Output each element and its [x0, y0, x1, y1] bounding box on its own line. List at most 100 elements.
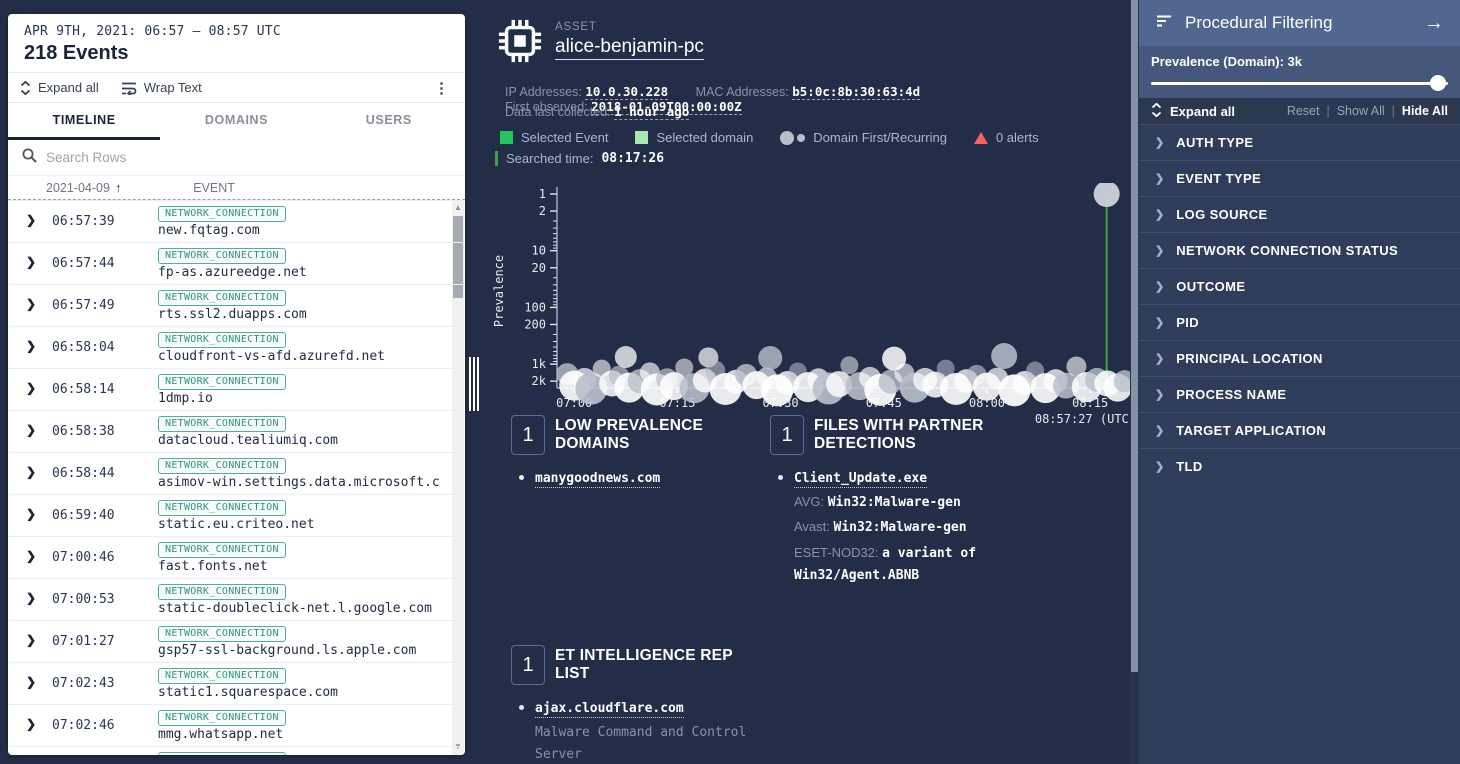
timeline-row[interactable]: ❯06:58:38NETWORK_CONNECTIONdatacloud.tea… [8, 410, 465, 452]
filter-category-auth-type[interactable]: ❯AUTH TYPE [1139, 124, 1460, 160]
row-expand-icon[interactable]: ❯ [26, 255, 36, 269]
event-type-badge: NETWORK_CONNECTION [158, 500, 286, 516]
filter-category-process-name[interactable]: ❯PROCESS NAME [1139, 376, 1460, 412]
ip-value[interactable]: 10.0.30.228 [585, 84, 668, 100]
wrap-text-label: Wrap Text [144, 80, 202, 95]
domain-bubble[interactable] [991, 343, 1017, 369]
filter-category-log-source[interactable]: ❯LOG SOURCE [1139, 196, 1460, 232]
card-item-link[interactable]: manygoodnews.com [535, 471, 660, 488]
filter-category-principal-location[interactable]: ❯PRINCIPAL LOCATION [1139, 340, 1460, 376]
show-all-button[interactable]: Show All [1337, 104, 1385, 118]
pane-resize-handle[interactable] [469, 357, 481, 411]
row-expand-icon[interactable]: ❯ [26, 297, 36, 311]
tab-users[interactable]: USERS [313, 103, 465, 140]
tab-domains[interactable]: DOMAINS [160, 103, 312, 140]
collected-value[interactable]: 1 hour ago [614, 104, 689, 120]
timeline-row[interactable]: ❯06:58:04NETWORK_CONNECTIONcloudfront-vs… [8, 326, 465, 368]
timeline-row[interactable]: ❯06:57:49NETWORK_CONNECTIONrts.ssl2.duap… [8, 284, 465, 326]
filter-category-outcome[interactable]: ❯OUTCOME [1139, 268, 1460, 304]
event-time: 07:02:46 [52, 718, 115, 733]
chevron-right-icon: ❯ [1155, 424, 1164, 437]
event-time: 07:01:27 [52, 634, 115, 649]
date-column-header[interactable]: 2021-04-09 ↑ [46, 181, 121, 195]
prevalence-slider[interactable] [1151, 82, 1448, 85]
expand-all-icon [20, 81, 31, 95]
collapse-panel-icon[interactable]: → [1424, 12, 1444, 35]
event-time: 06:59:40 [52, 508, 115, 523]
filter-category-label: NETWORK CONNECTION STATUS [1176, 243, 1398, 258]
svg-text:10: 10 [532, 244, 546, 258]
sort-ascending-icon: ↑ [115, 181, 121, 195]
event-type-badge: NETWORK_CONNECTION [158, 752, 286, 755]
row-expand-icon[interactable]: ❯ [26, 213, 36, 227]
y-axis-label: Prevalence [492, 255, 506, 327]
row-expand-icon[interactable]: ❯ [26, 591, 36, 605]
timeline-row[interactable]: ❯06:57:44NETWORK_CONNECTIONfp-as.azureed… [8, 242, 465, 284]
chart-legend: Selected Event Selected domain Domain Fi… [500, 130, 1039, 145]
hide-all-button[interactable]: Hide All [1402, 104, 1448, 118]
row-expand-icon[interactable]: ❯ [26, 507, 36, 521]
search-rows-input[interactable] [46, 150, 451, 165]
filter-category-event-type[interactable]: ❯EVENT TYPE [1139, 160, 1460, 196]
event-type-badge: NETWORK_CONNECTION [158, 206, 286, 222]
bullet-icon [519, 705, 524, 710]
filter-category-tld[interactable]: ❯TLD [1139, 448, 1460, 484]
row-expand-icon[interactable]: ❯ [26, 381, 36, 395]
data-collected-row: Data last collected: 1 hour ago [505, 104, 689, 119]
row-expand-icon[interactable]: ❯ [26, 465, 36, 479]
timeline-row[interactable]: ❯06:58:44NETWORK_CONNECTIONasimov-win.se… [8, 452, 465, 494]
event-type-badge: NETWORK_CONNECTION [158, 332, 286, 348]
overflow-menu-icon[interactable]: ⋮ [430, 79, 453, 97]
event-type-badge: NETWORK_CONNECTION [158, 584, 286, 600]
bullet-icon [519, 475, 524, 480]
timeline-row[interactable]: ❯06:59:40NETWORK_CONNECTIONstatic.eu.cri… [8, 494, 465, 536]
filter-category-network-connection-status[interactable]: ❯NETWORK CONNECTION STATUS [1139, 232, 1460, 268]
domain-bubble[interactable] [615, 346, 637, 368]
timeline-row[interactable]: NETWORK_CONNECTION [8, 746, 465, 755]
timeline-tab-bar: TIMELINEDOMAINSUSERS [8, 103, 465, 140]
event-domain: static1.squarespace.com [158, 685, 338, 700]
collected-label: Data last collected: [505, 105, 611, 119]
timeline-header: APR 9TH, 2021: 06:57 – 08:57 UTC 218 Eve… [8, 14, 465, 72]
card-item-note: Malware Command and Control Server [535, 722, 770, 764]
timeline-row[interactable]: ❯07:00:53NETWORK_CONNECTIONstatic-double… [8, 578, 465, 620]
timeline-row[interactable]: ❯07:02:46NETWORK_CONNECTIONmmg.whatsapp.… [8, 704, 465, 746]
event-time: 06:57:44 [52, 256, 115, 271]
row-expand-icon[interactable]: ❯ [26, 633, 36, 647]
row-expand-icon[interactable]: ❯ [26, 675, 36, 689]
tab-timeline[interactable]: TIMELINE [8, 103, 160, 140]
asset-name-link[interactable]: alice-benjamin-pc [555, 36, 704, 60]
domain-bubble[interactable] [840, 356, 858, 374]
filter-category-pid[interactable]: ❯PID [1139, 304, 1460, 340]
timeline-row[interactable]: ❯07:00:46NETWORK_CONNECTIONfast.fonts.ne… [8, 536, 465, 578]
reset-button[interactable]: Reset [1287, 104, 1320, 118]
event-domain: new.fqtag.com [158, 223, 260, 238]
domain-bubble[interactable] [758, 346, 782, 370]
row-expand-icon[interactable]: ❯ [26, 423, 36, 437]
filters-expand-all-button[interactable]: Expand all [1151, 103, 1235, 120]
prevalence-slider-section: Prevalence (Domain): 3k [1139, 46, 1460, 98]
wrap-text-button[interactable]: Wrap Text [121, 80, 202, 95]
filter-category-label: TLD [1176, 459, 1202, 474]
expand-all-button[interactable]: Expand all [20, 80, 99, 95]
main-scrollbar-thumb[interactable] [1131, 0, 1138, 672]
searched-time-value: 08:17:26 [601, 151, 664, 166]
timeline-row[interactable]: ❯06:58:14NETWORK_CONNECTION1dmp.io [8, 368, 465, 410]
filter-category-target-application[interactable]: ❯TARGET APPLICATION [1139, 412, 1460, 448]
timeline-row[interactable]: ❯07:01:27NETWORK_CONNECTIONgsp57-ssl-bac… [8, 620, 465, 662]
row-expand-icon[interactable]: ❯ [26, 549, 36, 563]
card-item-link[interactable]: Client_Update.exe [794, 471, 927, 488]
filter-category-list: ❯AUTH TYPE❯EVENT TYPE❯LOG SOURCE❯NETWORK… [1139, 124, 1460, 484]
event-domain: asimov-win.settings.data.microsoft.com.a… [158, 475, 440, 490]
card-item-link[interactable]: ajax.cloudflare.com [535, 701, 684, 718]
search-icon [22, 148, 37, 168]
prevalence-slider-knob[interactable] [1430, 75, 1446, 91]
main-scrollbar[interactable] [1130, 0, 1139, 764]
mac-value[interactable]: b5:0c:8b:30:63:4d [792, 84, 920, 100]
row-expand-icon[interactable]: ❯ [26, 717, 36, 731]
timeline-row[interactable]: ❯06:57:39NETWORK_CONNECTIONnew.fqtag.com [8, 200, 465, 242]
timeline-row[interactable]: ❯07:02:43NETWORK_CONNECTIONstatic1.squar… [8, 662, 465, 704]
row-expand-icon[interactable]: ❯ [26, 339, 36, 353]
event-domain: cloudfront-vs-afd.azurefd.net [158, 349, 385, 364]
selected-domain-bubble[interactable] [1094, 183, 1120, 207]
